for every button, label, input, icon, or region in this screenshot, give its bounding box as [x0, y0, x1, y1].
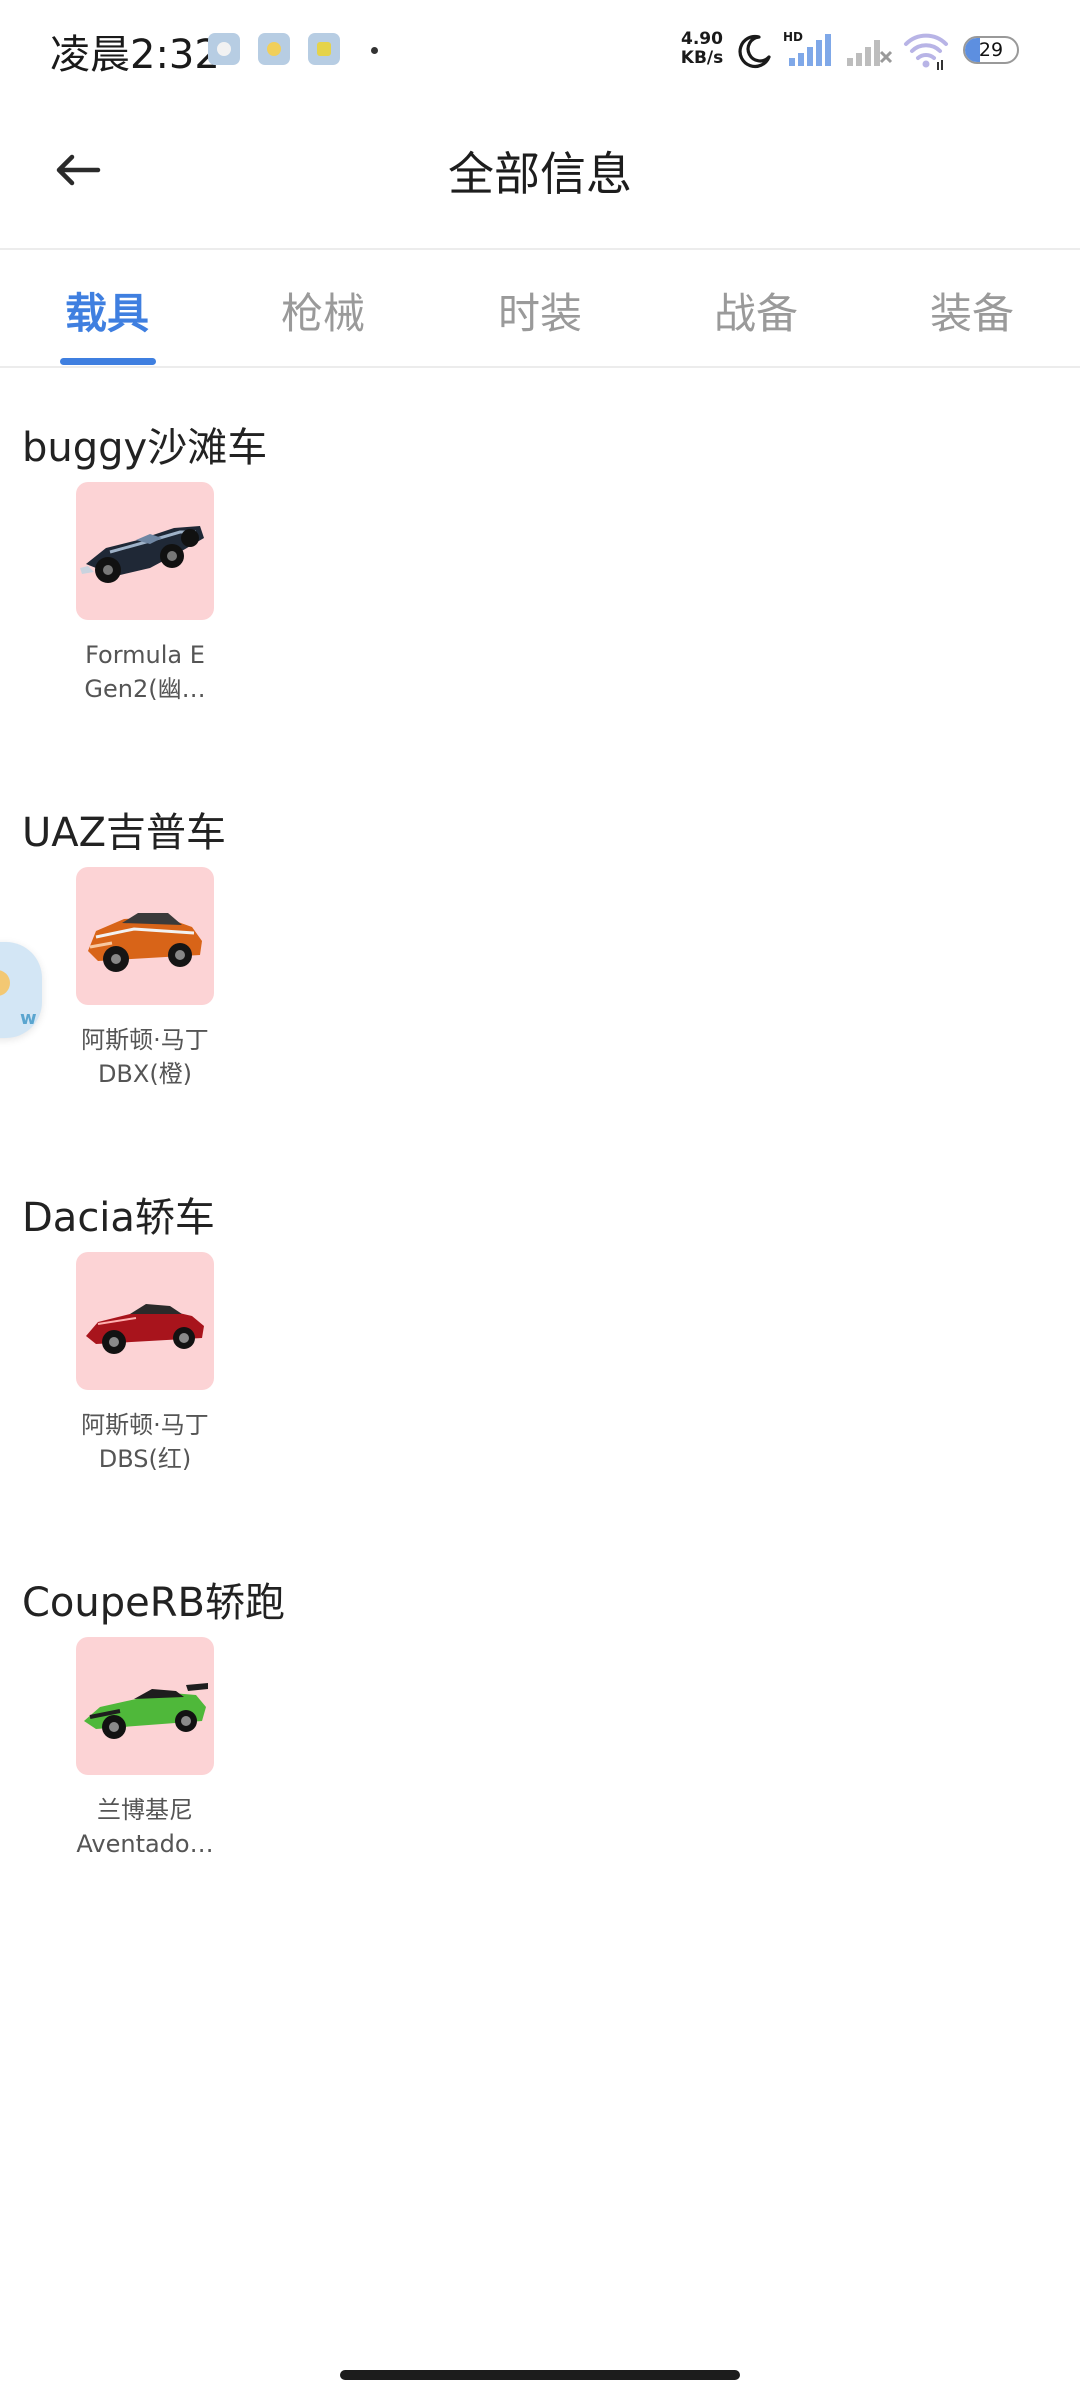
skin-item-name-line2: DBX(橙) [97, 1060, 193, 1088]
sports-car-icon [76, 1252, 214, 1390]
page-title: 全部信息 [448, 147, 632, 201]
skin-item-name: 阿斯顿·马丁 DBX(橙) [66, 1023, 224, 1091]
notification-app-icon [258, 33, 290, 65]
section-title: Dacia轿车 [22, 1195, 215, 1241]
tab-outfits[interactable]: 时装 [440, 280, 640, 341]
battery-icon: 29 [963, 36, 1019, 64]
skin-item-name-line2: Aventado… [76, 1830, 214, 1858]
tab-equipment[interactable]: 装备 [872, 280, 1072, 341]
skin-item-name-line1: 兰博基尼 [97, 1796, 193, 1824]
skin-item-name-line1: 阿斯顿·马丁 [81, 1026, 209, 1054]
race-car-icon [76, 482, 214, 620]
section-title: UAZ吉普车 [22, 810, 227, 856]
signal-icon: HD [783, 30, 831, 66]
status-bar: 凌晨2:32 4.90 KB/s HD 29 [0, 0, 1080, 100]
category-tabs: 载具 枪械 时装 战备 装备 [0, 250, 1080, 368]
section-title: CoupeRB轿跑 [22, 1580, 285, 1626]
status-time: 凌晨2:32 [50, 32, 220, 78]
skin-item[interactable]: 阿斯顿·马丁 DBX(橙) [66, 867, 224, 1091]
section-title: buggy沙滩车 [22, 425, 268, 471]
skin-item-name: Formula E Gen2(幽… [66, 638, 224, 706]
title-bar: 全部信息 [0, 100, 1080, 250]
network-speed-unit: KB/s [680, 48, 724, 68]
moon-icon [738, 34, 771, 69]
notification-app-icon [308, 33, 340, 65]
assistant-badge-icon: w [20, 1008, 37, 1029]
floating-assistant-bubble[interactable]: w [0, 942, 42, 1038]
skin-item-name-line1: 阿斯顿·马丁 [81, 1411, 209, 1439]
notification-app-icon [208, 33, 240, 65]
battery-level: 29 [978, 39, 1004, 61]
skin-item-name-line1: Formula E [85, 641, 205, 669]
active-tab-indicator [60, 358, 156, 365]
skin-item-name-line2: Gen2(幽… [84, 675, 206, 703]
skin-item-name: 兰博基尼 Aventado… [66, 1793, 224, 1861]
tab-vehicles[interactable]: 载具 [7, 280, 207, 341]
skin-item-name: 阿斯顿·马丁 DBS(红) [66, 1408, 224, 1476]
tab-battle-prep[interactable]: 战备 [656, 280, 856, 341]
suv-car-icon [76, 867, 214, 1005]
supercar-icon [76, 1637, 214, 1775]
network-speed-value: 4.90 [681, 29, 723, 49]
skin-item[interactable]: Formula E Gen2(幽… [66, 482, 224, 706]
assistant-avatar-icon [0, 970, 10, 996]
skin-item[interactable]: 兰博基尼 Aventado… [66, 1637, 224, 1861]
skin-item[interactable]: 阿斯顿·马丁 DBS(红) [66, 1252, 224, 1476]
signal-no-service-icon [847, 40, 893, 66]
tab-firearms[interactable]: 枪械 [223, 280, 423, 341]
wifi-icon [904, 33, 948, 70]
network-speed: 4.90 KB/s [673, 30, 731, 68]
skin-item-name-line2: DBS(红) [98, 1445, 192, 1473]
more-notifications-dot [371, 47, 378, 54]
network-type-label: HD [783, 30, 803, 44]
home-indicator[interactable] [340, 2370, 740, 2380]
